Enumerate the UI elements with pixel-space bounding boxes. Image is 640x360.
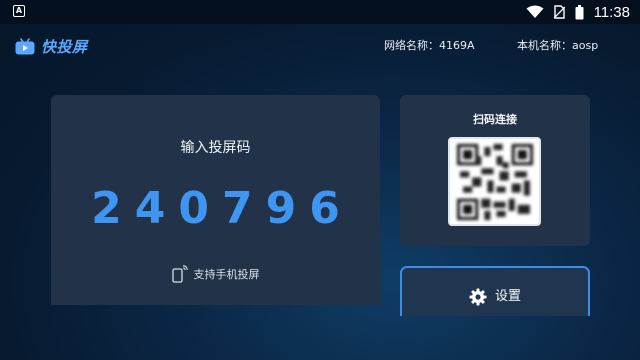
- network-name: 网络名称：4169A: [384, 39, 475, 52]
- phone-cast-hint: 支持手机投屏: [51, 265, 380, 283]
- status-icons: 11:38: [526, 3, 630, 21]
- tv-logo-icon: [15, 38, 35, 55]
- no-sim-icon: [553, 5, 565, 19]
- app-indicator-icon: A: [13, 5, 25, 17]
- cast-code: 240796: [91, 183, 353, 234]
- settings-button[interactable]: 设置: [400, 266, 590, 316]
- qr-code-image: [456, 143, 533, 220]
- qr-title: 扫码连接: [473, 113, 517, 126]
- app-logo: 快投屏: [15, 36, 88, 57]
- gear-icon: [469, 288, 487, 306]
- phone-cast-hint-label: 支持手机投屏: [193, 268, 260, 281]
- status-bar: A 11:38: [0, 0, 640, 24]
- qr-code-frame: [448, 137, 541, 226]
- device-name: 本机名称：aosp: [517, 39, 599, 52]
- battery-icon: [575, 4, 584, 19]
- phone-cast-icon: [171, 265, 188, 283]
- qr-connect-card: 扫码连接: [400, 95, 590, 246]
- cast-code-title: 输入投屏码: [180, 140, 251, 156]
- wifi-icon: [526, 5, 544, 18]
- cast-code-card: 输入投屏码 240796 支持手机投屏: [51, 95, 380, 305]
- clock: 11:38: [593, 3, 630, 21]
- settings-label: 设置: [494, 289, 521, 304]
- app-name: 快投屏: [41, 38, 88, 56]
